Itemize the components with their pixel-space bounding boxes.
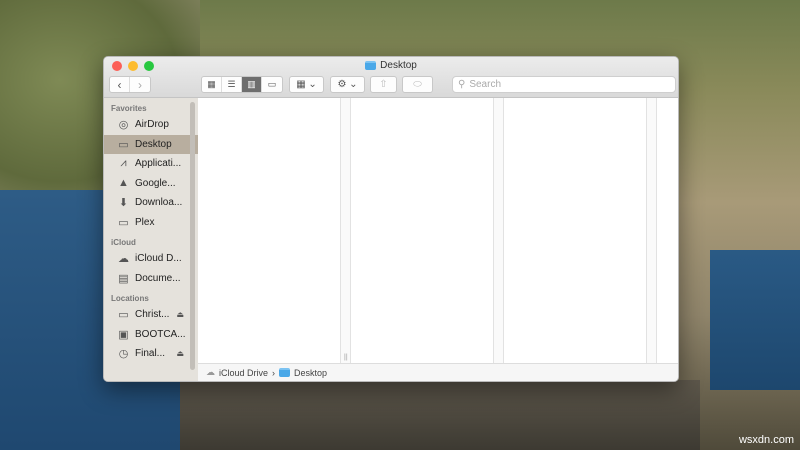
airdrop-icon: ◎ — [118, 119, 129, 132]
sidebar-item-label: Plex — [135, 216, 155, 228]
tag-icon: ⬭ — [413, 79, 422, 90]
background-rocks — [180, 380, 700, 450]
background-sea-right — [710, 250, 800, 390]
path-item-icloud-drive[interactable]: iCloud Drive — [219, 368, 268, 378]
desktop-icon: ▭ — [118, 138, 129, 151]
column-3 — [504, 98, 647, 363]
sidebar-item-label: BOOTCA... — [135, 328, 186, 340]
sidebar-item-google-drive[interactable]: ▲ Google... — [104, 174, 198, 194]
tags-button[interactable]: ⬭ — [402, 76, 433, 93]
share-icon: ⇧ — [379, 79, 388, 90]
search-icon: ⚲ — [458, 79, 466, 90]
section-favorites: Favorites — [111, 104, 147, 113]
column-resize-handle[interactable]: || — [341, 98, 351, 363]
disk-icon: ▣ — [118, 328, 129, 341]
sidebar-item-label: Downloa... — [135, 197, 183, 209]
view-mode-control: ▦ ☰ ▥ ▭ — [201, 76, 283, 93]
sidebar-item-applications[interactable]: ⩘ Applicati... — [104, 154, 198, 174]
sidebar-item-final[interactable]: ◷ Final... ⏏ — [104, 344, 198, 364]
sidebar-item-label: Docume... — [135, 272, 181, 284]
documents-icon: ▤ — [118, 272, 129, 285]
sidebar-item-label: Google... — [135, 177, 176, 189]
sidebar-item-label: AirDrop — [135, 119, 169, 131]
column-resize-handle[interactable] — [494, 98, 504, 363]
grip-icon: || — [344, 354, 348, 361]
finder-window: Desktop ‹ › ▦ ☰ ▥ ▭ ▦ ⌄ ⚙ ⌄ ⇧ ⬭ ⚲ Search … — [103, 56, 679, 382]
window-title: Desktop — [104, 60, 678, 71]
toolbar: Desktop ‹ › ▦ ☰ ▥ ▭ ▦ ⌄ ⚙ ⌄ ⇧ ⬭ ⚲ Search — [104, 57, 678, 98]
group-icon: ▦ ⌄ — [296, 79, 317, 90]
sidebar: Favorites ◎ AirDrop ▭ Desktop ⩘ Applicati..… — [104, 98, 198, 381]
gallery-view-button[interactable]: ▭ — [262, 77, 282, 92]
downloads-icon: ⬇ — [118, 197, 129, 210]
eject-icon[interactable]: ⏏ — [176, 310, 184, 319]
sidebar-item-bootcamp[interactable]: ▣ BOOTCA... — [104, 325, 198, 345]
column-view-button[interactable]: ▥ — [242, 77, 262, 92]
google-drive-icon: ▲ — [118, 177, 129, 190]
back-button[interactable]: ‹ — [110, 77, 130, 92]
cloud-icon: ☁ — [118, 253, 129, 266]
search-input[interactable]: ⚲ Search — [452, 76, 676, 93]
nav-buttons: ‹ › — [109, 76, 151, 93]
sidebar-item-label: iCloud D... — [135, 253, 182, 265]
gear-icon: ⚙ ⌄ — [337, 79, 358, 90]
path-item-desktop[interactable]: Desktop — [294, 368, 327, 378]
forward-button[interactable]: › — [130, 77, 150, 92]
folder-icon: ▭ — [118, 216, 129, 229]
window-title-text: Desktop — [380, 60, 417, 71]
folder-icon — [365, 61, 377, 70]
sidebar-scrollbar[interactable] — [190, 102, 195, 370]
applications-icon: ⩘ — [120, 157, 127, 170]
sidebar-item-label: Applicati... — [135, 158, 182, 170]
sidebar-item-desktop[interactable]: ▭ Desktop — [104, 134, 198, 154]
sidebar-item-label: Final... — [135, 348, 166, 360]
sidebar-item-label: Christ... — [135, 309, 170, 321]
sidebar-item-label: Desktop — [135, 138, 172, 150]
action-button[interactable]: ⚙ ⌄ — [330, 76, 365, 93]
path-bar: ☁ iCloud Drive › Desktop — [198, 363, 678, 381]
column-browser: || — [198, 98, 678, 363]
column-1 — [198, 98, 341, 363]
cloud-icon: ☁ — [206, 367, 215, 377]
sidebar-item-christ[interactable]: ▭ Christ... ⏏ — [104, 305, 198, 325]
sidebar-item-documents[interactable]: ▤ Docume... — [104, 269, 198, 289]
section-icloud: iCloud — [111, 238, 136, 247]
path-separator: › — [272, 367, 276, 378]
sidebar-item-airdrop[interactable]: ◎ AirDrop — [104, 115, 198, 135]
time-machine-icon: ◷ — [118, 348, 129, 361]
group-button[interactable]: ▦ ⌄ — [289, 76, 324, 93]
sidebar-item-plex[interactable]: ▭ Plex — [104, 213, 198, 233]
search-placeholder: Search — [469, 79, 502, 90]
list-view-button[interactable]: ☰ — [222, 77, 242, 92]
watermark: wsxdn.com — [738, 434, 794, 446]
disk-icon: ▭ — [118, 309, 129, 322]
sidebar-item-downloads[interactable]: ⬇ Downloa... — [104, 193, 198, 213]
sidebar-item-icloud-drive[interactable]: ☁ iCloud D... — [104, 249, 198, 269]
folder-icon — [279, 368, 291, 377]
section-locations: Locations — [111, 294, 149, 303]
eject-icon[interactable]: ⏏ — [176, 349, 184, 358]
share-button[interactable]: ⇧ — [370, 76, 397, 93]
icon-view-button[interactable]: ▦ — [202, 77, 222, 92]
column-2 — [351, 98, 494, 363]
column-resize-handle[interactable] — [647, 98, 657, 363]
